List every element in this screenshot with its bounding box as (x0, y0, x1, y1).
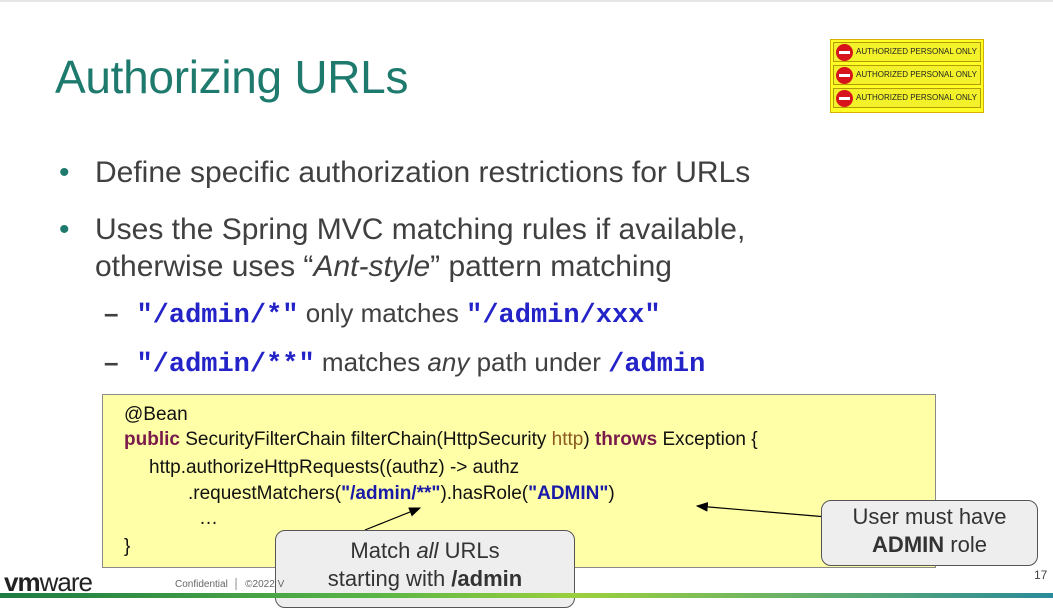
callout-admin-role: User must have ADMIN role (821, 500, 1038, 566)
sub-text: matches (314, 347, 428, 377)
bullet-dot-icon: • (59, 156, 70, 189)
code-line: http.authorizeHttpRequests((authz) -> au… (149, 457, 520, 478)
code-text: Exception { (657, 429, 758, 450)
bullet-1: • Define specific authorization restrict… (59, 155, 751, 191)
callout-text: starting with /admin (276, 565, 574, 593)
page-title: Authorizing URLs (55, 51, 409, 103)
code-text: .requestMatchers( (188, 483, 342, 504)
callout-text: starting with (327, 566, 452, 591)
callout-text: URLs (438, 538, 500, 563)
bullet-text: ” pattern matching (430, 250, 672, 283)
code-line: … (199, 508, 218, 529)
code-pattern: "/admin/*" (136, 301, 299, 331)
bullet-2-line-2: otherwise uses “Ant-style” pattern match… (95, 249, 672, 285)
sign-row: AUTHORIZED PERSONAL ONLY (833, 42, 981, 62)
code-pattern: "/admin/xxx" (466, 301, 661, 331)
code-text: ).hasRole( (440, 483, 529, 504)
no-entry-icon (836, 44, 853, 61)
top-rule (0, 0, 1053, 2)
no-entry-icon (836, 67, 853, 84)
dash-icon: – (104, 298, 119, 328)
bullet-dot-icon: • (59, 213, 70, 246)
page-number: 17 (1034, 568, 1048, 582)
code-pattern: "/admin/**" (136, 350, 315, 380)
callout-text: Match all URLs (276, 537, 574, 565)
code-line: } (124, 536, 131, 557)
footer-confidential: Confidential │ ©2022 V (175, 579, 285, 590)
bullet-text: otherwise uses “ (95, 250, 314, 283)
sub-text: only matches (298, 298, 467, 328)
callout-text: Match (350, 538, 417, 563)
callout-emphasis: all (416, 538, 439, 563)
sub-text: path under (469, 347, 609, 377)
bullet-emphasis: Ant-style (313, 250, 431, 283)
code-pattern: /admin (608, 350, 706, 380)
sign-text: AUTHORIZED PERSONAL ONLY (856, 70, 977, 79)
bullet-text: Uses the Spring MVC matching rules if av… (95, 213, 746, 246)
no-entry-icon (836, 90, 853, 107)
code-line: public SecurityFilterChain filterChain(H… (124, 429, 758, 451)
callout-bold: ADMIN (872, 532, 945, 557)
sign-text: AUTHORIZED PERSONAL ONLY (856, 93, 977, 102)
sign-row: AUTHORIZED PERSONAL ONLY (833, 88, 981, 108)
sub-bullet-1: – "/admin/*" only matches "/admin/xxx" (104, 298, 661, 331)
code-string: "ADMIN" (528, 483, 609, 504)
code-keyword: public (124, 429, 180, 450)
code-param: http (551, 429, 584, 450)
dash-icon: – (104, 347, 119, 377)
code-keyword: throws (594, 429, 658, 450)
callout-text: User must have (852, 504, 1007, 529)
callout-text: ADMIN role (822, 531, 1037, 559)
sub-bullet-2: – "/admin/**" matches any path under /adm… (104, 347, 705, 380)
callout-bold: /admin (451, 566, 523, 591)
code-text: SecurityFilterChain filterChain(HttpSecu… (179, 429, 552, 450)
code-text: ) (608, 483, 615, 504)
bullet-2: • Uses the Spring MVC matching rules if … (59, 212, 746, 248)
code-text: ) (583, 429, 595, 450)
sign-row: AUTHORIZED PERSONAL ONLY (833, 65, 981, 85)
authorized-only-sign: AUTHORIZED PERSONAL ONLY AUTHORIZED PERS… (830, 39, 984, 113)
code-string: "/admin/**" (341, 483, 441, 504)
code-line: @Bean (124, 404, 188, 425)
bullet-text: Define specific authorization restrictio… (95, 156, 751, 189)
sign-text: AUTHORIZED PERSONAL ONLY (856, 47, 977, 56)
callout-text: role (944, 532, 987, 557)
sub-emphasis: any (427, 347, 470, 377)
bottom-color-bar (0, 593, 1053, 598)
code-line: .requestMatchers("/admin/**").hasRole("A… (188, 483, 615, 505)
